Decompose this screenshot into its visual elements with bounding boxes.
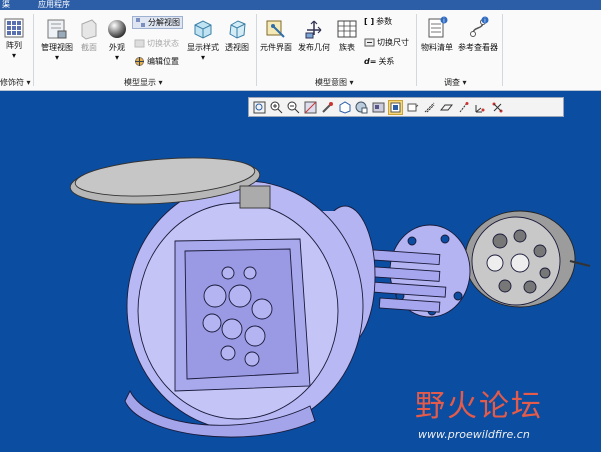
display-style-cube-icon: [194, 20, 212, 39]
divider: [256, 14, 257, 86]
perspective-cube-icon: [229, 20, 246, 39]
edit-position-button[interactable]: 编辑位置: [134, 56, 179, 67]
switch-dimensions-button[interactable]: 切换尺寸: [364, 37, 409, 48]
component-interface-icon: [266, 20, 285, 38]
appearance-sphere-icon: [108, 20, 126, 38]
investigate-group-label[interactable]: 调查 ▾: [444, 77, 467, 88]
array-button[interactable]: 阵列 ▾: [2, 18, 26, 60]
socket-housing: [124, 180, 364, 438]
array-dropdown-icon[interactable]: ▾: [2, 51, 26, 60]
rear-connector-plate: [464, 210, 591, 308]
switch-dimensions-icon: [364, 38, 375, 47]
component-interface-button[interactable]: 元件界面: [259, 18, 293, 53]
appearance-button[interactable]: 外观 ▾: [104, 18, 130, 62]
parameters-button[interactable]: [ ] 参数: [364, 16, 392, 27]
graphics-viewport[interactable]: 野火论坛 www.proewildfire.cn: [0, 91, 601, 452]
perspective-button[interactable]: 透视图: [222, 18, 252, 53]
menu-item-1[interactable]: 渠: [2, 0, 10, 10]
model-intent-group-label[interactable]: 模型意图 ▾: [315, 77, 354, 88]
divider: [416, 14, 417, 86]
section-label: 截面: [81, 43, 97, 52]
toggle-status-icon: [134, 39, 145, 48]
hinged-lid: [69, 157, 271, 209]
exploded-view-button[interactable]: 分解视图: [132, 16, 183, 29]
publish-geometry-button[interactable]: 发布几何: [297, 18, 331, 53]
component-interface-label: 元件界面: [260, 43, 292, 52]
display-style-dropdown-icon[interactable]: ▾: [186, 53, 220, 62]
manage-views-dropdown-icon[interactable]: ▾: [38, 53, 76, 62]
ribbon: 阵列 ▾ 修饰符 ▾ 管理视图 ▾ 截面 外观 ▾ 分解视图 切换状态 编辑位置…: [0, 10, 601, 91]
display-style-button[interactable]: 显示样式 ▾: [186, 18, 220, 62]
manage-views-button[interactable]: 管理视图 ▾: [38, 18, 76, 62]
relations-label: 关系: [378, 57, 395, 66]
menu-item-applications[interactable]: 应用程序: [38, 0, 70, 10]
reference-viewer-icon: i: [470, 16, 489, 37]
divider: [33, 14, 34, 86]
bom-label: 物料清单: [421, 43, 453, 52]
array-label: 阵列: [6, 41, 22, 50]
manage-views-label: 管理视图: [41, 43, 73, 52]
edit-position-icon: [135, 57, 144, 66]
edit-position-label: 编辑位置: [147, 57, 179, 66]
switch-dimensions-label: 切换尺寸: [377, 38, 409, 47]
toggle-status-button[interactable]: 切换状态: [134, 38, 179, 49]
appearance-label: 外观: [109, 43, 125, 52]
section-button[interactable]: 截面: [78, 18, 100, 53]
publish-geometry-icon: [305, 20, 322, 39]
table-grid-icon: [337, 20, 357, 38]
publish-geometry-label: 发布几何: [298, 43, 330, 52]
exploded-view-label: 分解视图: [148, 18, 180, 27]
bom-icon: i: [428, 16, 448, 38]
exploded-view-icon: [136, 18, 145, 27]
family-table-button[interactable]: 族表: [335, 18, 359, 53]
display-style-label: 显示样式: [187, 43, 219, 52]
perspective-label: 透视图: [225, 43, 249, 52]
array-icon: [4, 18, 24, 38]
reference-viewer-label: 参考查看器: [458, 43, 498, 52]
manage-views-icon: [47, 19, 67, 39]
relations-button[interactable]: d= 关系: [364, 56, 394, 67]
appearance-dropdown-icon[interactable]: ▾: [104, 53, 130, 62]
parameters-icon: [ ]: [364, 17, 375, 26]
watermark-url: www.proewildfire.cn: [418, 428, 530, 441]
menu-bar: 渠 应用程序: [0, 0, 601, 10]
relations-icon: d=: [364, 57, 377, 66]
model-display-group-label[interactable]: 模型显示 ▾: [124, 77, 163, 88]
family-table-label: 族表: [339, 43, 355, 52]
divider: [502, 14, 503, 86]
bom-button[interactable]: i 物料清单: [418, 16, 456, 53]
modifiers-group-label[interactable]: 修饰符 ▾: [0, 77, 31, 88]
parameters-label: 参数: [376, 17, 393, 26]
reference-viewer-button[interactable]: i 参考查看器: [458, 16, 498, 53]
section-icon: [81, 19, 97, 40]
toggle-status-label: 切换状态: [147, 39, 179, 48]
watermark-forum-name: 野火论坛: [415, 389, 543, 424]
